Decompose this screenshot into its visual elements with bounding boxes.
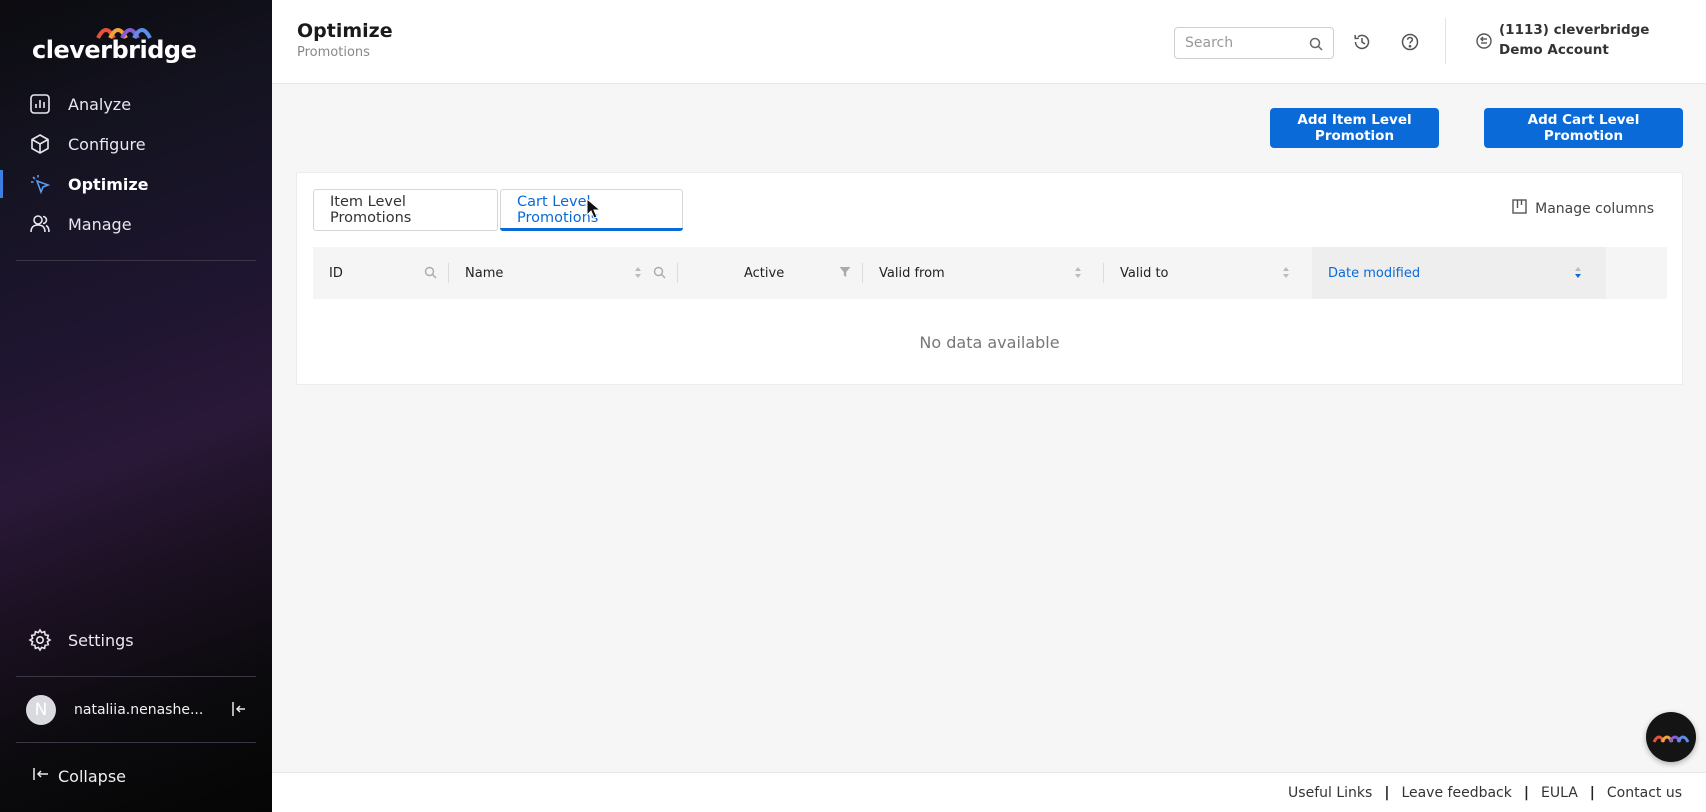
sort-icon[interactable]	[1074, 266, 1082, 283]
column-label: Name	[465, 265, 504, 281]
column-header-name[interactable]: Name	[449, 247, 678, 299]
column-header-valid-to[interactable]: Valid to	[1104, 247, 1312, 299]
search-box	[1174, 27, 1334, 59]
filter-icon[interactable]	[839, 266, 851, 282]
nav-divider	[16, 742, 256, 743]
cleverbridge-logo[interactable]: cleverbridge	[32, 20, 197, 64]
mouse-cursor-icon	[586, 198, 602, 219]
account-name: (1113) cleverbridge Demo Account	[1499, 22, 1650, 58]
sidebar-item-configure[interactable]: Configure	[0, 124, 272, 164]
logo-arcs-icon	[1652, 735, 1690, 743]
logo-text: cleverbridge	[32, 36, 197, 64]
sort-descending-icon[interactable]	[1574, 266, 1582, 283]
footer-link-contact-us[interactable]: Contact us	[1607, 785, 1682, 801]
footer-link-eula[interactable]: EULA	[1541, 785, 1578, 801]
search-icon[interactable]	[1309, 36, 1323, 55]
sort-icon[interactable]	[634, 266, 642, 283]
collapse-label: Collapse	[58, 766, 126, 786]
logout-icon[interactable]	[230, 700, 250, 720]
manage-columns-label: Manage columns	[1535, 200, 1654, 217]
history-icon[interactable]	[1352, 32, 1372, 52]
footer-link-leave-feedback[interactable]: Leave feedback	[1401, 785, 1511, 801]
sidebar-item-analyze[interactable]: Analyze	[0, 84, 272, 124]
search-input[interactable]	[1175, 28, 1295, 58]
column-label: Valid to	[1120, 265, 1169, 281]
footer-links: Useful Links | Leave feedback | EULA | C…	[1288, 785, 1682, 801]
page-footer: Useful Links | Leave feedback | EULA | C…	[272, 772, 1706, 812]
table-header: ID Name Active Valid from Valid to Date …	[313, 247, 1667, 299]
page-title: Optimize	[297, 20, 393, 42]
sidebar-item-label: Analyze	[68, 94, 132, 114]
column-header-id[interactable]: ID	[313, 247, 449, 299]
search-icon[interactable]	[653, 266, 666, 283]
avatar: N	[26, 695, 56, 725]
column-header-date-modified[interactable]: Date modified	[1312, 247, 1606, 299]
cube-icon	[28, 132, 52, 156]
search-icon[interactable]	[424, 266, 437, 283]
sort-icon[interactable]	[1282, 266, 1290, 283]
sidebar-item-label: Optimize	[68, 174, 149, 194]
sidebar-item-settings[interactable]: Settings	[0, 620, 272, 660]
bar-chart-icon	[28, 92, 52, 116]
account-switcher[interactable]: (1113) cleverbridge Demo Account	[1475, 20, 1675, 60]
settings-section: Settings	[0, 620, 272, 660]
nav-divider	[16, 260, 256, 261]
column-label: Valid from	[879, 265, 945, 281]
empty-table-message: No data available	[919, 333, 1060, 352]
sidebar-item-optimize[interactable]: Optimize	[0, 164, 272, 204]
collapse-button[interactable]: Collapse	[32, 766, 126, 786]
sidebar-item-label: Manage	[68, 214, 132, 234]
promotion-tabs: Item Level Promotions Cart Level Promoti…	[313, 189, 685, 231]
user-profile[interactable]: N nataliia.nenashe...	[0, 690, 272, 730]
main-nav: Analyze Configure Optimize Manage	[0, 84, 272, 244]
add-item-level-promotion-button[interactable]: Add Item Level Promotion	[1270, 108, 1439, 148]
username: nataliia.nenashe...	[74, 702, 204, 718]
tab-item-level-promotions[interactable]: Item Level Promotions	[313, 189, 498, 231]
help-icon[interactable]	[1400, 32, 1420, 52]
header-divider	[1445, 18, 1446, 64]
switch-account-icon	[1475, 32, 1493, 60]
column-header-valid-from[interactable]: Valid from	[863, 247, 1104, 299]
promotions-card: Item Level Promotions Cart Level Promoti…	[296, 172, 1683, 385]
column-label: Active	[744, 265, 785, 281]
collapse-left-icon	[32, 766, 50, 786]
sidebar: cleverbridge Analyze Configure Optimize …	[0, 0, 272, 812]
sidebar-item-manage[interactable]: Manage	[0, 204, 272, 244]
assistant-chat-button[interactable]	[1646, 712, 1696, 762]
columns-icon	[1512, 199, 1527, 218]
gear-icon	[28, 628, 52, 652]
footer-link-useful-links[interactable]: Useful Links	[1288, 785, 1372, 801]
add-cart-level-promotion-button[interactable]: Add Cart Level Promotion	[1484, 108, 1683, 148]
footer-divider: |	[1384, 785, 1390, 801]
top-header: Optimize Promotions (1113) cleverbridge …	[272, 0, 1706, 84]
column-header-active[interactable]: Active	[678, 247, 863, 299]
column-label: ID	[329, 265, 343, 281]
manage-columns-button[interactable]: Manage columns	[1512, 199, 1654, 218]
nav-divider	[16, 676, 256, 677]
sparkle-pointer-icon	[28, 172, 52, 196]
users-icon	[28, 212, 52, 236]
page-subtitle: Promotions	[297, 45, 370, 60]
sidebar-item-label: Settings	[68, 630, 134, 650]
footer-divider: |	[1589, 785, 1595, 801]
column-label: Date modified	[1328, 265, 1421, 281]
footer-divider: |	[1523, 785, 1529, 801]
sidebar-item-label: Configure	[68, 134, 146, 154]
